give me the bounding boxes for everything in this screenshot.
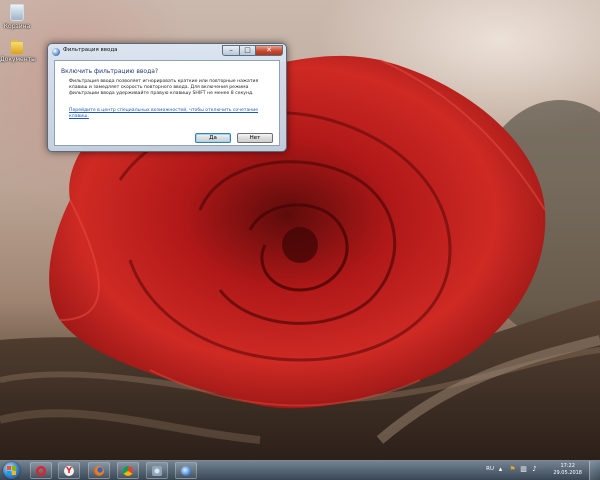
- dialog-question: Включить фильтрацию ввода?: [61, 68, 159, 75]
- show-desktop-button[interactable]: [589, 461, 600, 480]
- minimize-button[interactable]: –: [222, 45, 239, 56]
- windows-logo-green: [12, 466, 16, 470]
- accessibility-icon: [181, 466, 191, 476]
- taskbar-chrome[interactable]: [117, 462, 139, 479]
- maximize-icon: □: [244, 46, 251, 54]
- close-icon: ✕: [266, 46, 272, 54]
- volume-icon[interactable]: ♪: [531, 466, 538, 473]
- recycle-bin-icon: [10, 4, 24, 21]
- windows-logo-blue: [7, 471, 11, 475]
- maximize-button[interactable]: □: [239, 45, 255, 56]
- taskbar-firefox[interactable]: [88, 462, 110, 479]
- caption-buttons: – □ ✕: [222, 45, 283, 56]
- folder-label: Документы: [0, 56, 36, 63]
- minimize-icon: –: [229, 46, 233, 54]
- dialog-button-row: Да Нет: [195, 133, 273, 143]
- language-indicator[interactable]: RU: [486, 466, 494, 472]
- recycle-bin-shortcut[interactable]: Корзина: [0, 4, 34, 30]
- no-button[interactable]: Нет: [237, 133, 273, 143]
- dialog-titlebar[interactable]: Фильтрация ввода – □ ✕: [48, 44, 286, 60]
- firefox-icon: [94, 466, 104, 476]
- network-icon[interactable]: ▥: [520, 466, 527, 473]
- clock-time: 17:22: [560, 463, 575, 469]
- ease-of-access-link[interactable]: Перейдите в центр специальных возможност…: [69, 108, 274, 120]
- taskbar-yandex-browser[interactable]: Y: [58, 462, 80, 479]
- folder-icon: [10, 40, 24, 54]
- dialog-description: Фильтрация ввода позволяет игнорировать …: [69, 79, 259, 97]
- windows-logo-yellow: [12, 471, 16, 475]
- dialog-title: Фильтрация ввода: [63, 47, 118, 53]
- filter-keys-dialog: Фильтрация ввода – □ ✕ Включить фильтрац…: [47, 43, 287, 152]
- clock-date: 29.05.2018: [553, 470, 582, 476]
- recycle-bin-label: Корзина: [3, 23, 31, 30]
- chrome-icon: [123, 466, 133, 476]
- yes-button[interactable]: Да: [195, 133, 231, 143]
- tray-expand-icon[interactable]: ▴: [497, 466, 504, 473]
- taskbar-accessibility[interactable]: [175, 462, 197, 479]
- windows-logo-icon: [7, 466, 11, 470]
- action-center-flag-icon[interactable]: ⚑: [509, 466, 516, 473]
- folder-shortcut[interactable]: Документы: [0, 40, 36, 63]
- opera-icon: [36, 466, 46, 476]
- taskbar-opera[interactable]: [30, 462, 52, 479]
- system-clock[interactable]: 17:22 29.05.2018: [553, 463, 582, 477]
- taskbar: Y RU ▴ ⚑ ▥ ♪ 17:22 29.05.2018: [0, 460, 600, 480]
- taskbar-control-panel[interactable]: [146, 462, 168, 479]
- dialog-content: Включить фильтрацию ввода? Фильтрация вв…: [54, 60, 280, 146]
- yandex-browser-icon: Y: [64, 466, 74, 476]
- accessibility-app-icon: [52, 48, 60, 56]
- control-panel-icon: [152, 466, 162, 476]
- close-button[interactable]: ✕: [255, 45, 283, 56]
- start-button[interactable]: [3, 462, 20, 479]
